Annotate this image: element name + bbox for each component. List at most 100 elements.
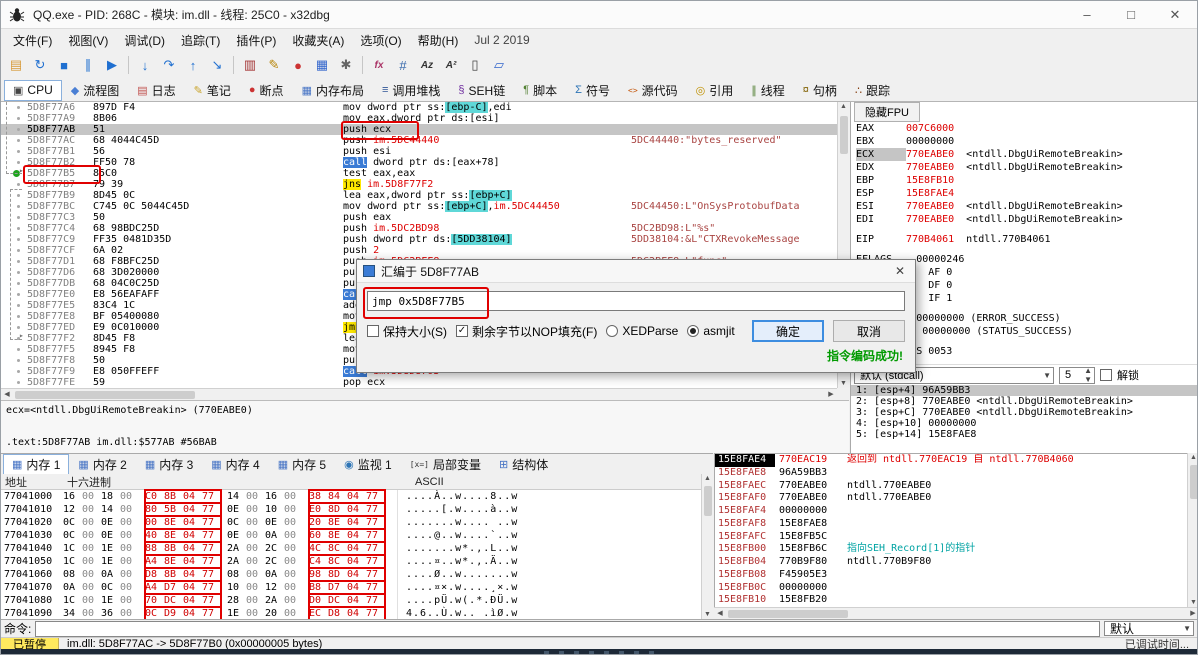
stack-row[interactable]: 15E8FAF8 15E8FAE8 xyxy=(715,518,1187,531)
stack-row[interactable]: 15E8FB10 15E8FB20 xyxy=(715,594,1187,607)
disasm-row[interactable]: 5D8F77A9 8B06 mov eax,dword ptr ds:[esi] xyxy=(1,113,837,124)
menu-trace[interactable]: 追踪(T) xyxy=(173,30,228,51)
stack-row[interactable]: 15E8FAEC 770EABE0 ntdll.770EABE0 xyxy=(715,480,1187,493)
stack-row[interactable]: 15E8FAFC 15E8FB5C xyxy=(715,531,1187,544)
register-ecx[interactable]: ECX 770EABE0 <ntdll.DbgUiRemoteBreakin> xyxy=(851,148,1197,161)
argument-row[interactable]: 1: [esp+4] 96A59BB3 xyxy=(851,385,1197,396)
argument-row[interactable]: 3: [esp+C] 770EABE0 <ntdll.DbgUiRemoteBr… xyxy=(851,407,1197,418)
xedparse-radio[interactable] xyxy=(606,325,619,337)
stack-vscrollbar[interactable]: ▲ ▼ xyxy=(1187,453,1197,607)
disasm-row[interactable]: 5D8F77CF 6A 02 push 2 xyxy=(1,245,837,256)
disasm-row[interactable]: 5D8F77AC 68 4044C45D push im.5DC44440 5DC44… xyxy=(1,135,837,146)
tab-memory-map[interactable]: ▦ 内存布局 xyxy=(293,80,373,101)
tab-breakpoints[interactable]: ● 断点 xyxy=(240,80,293,101)
disasm-row[interactable]: 5D8F77BC C745 0C 5044C45D mov dword ptr ss… xyxy=(1,201,837,212)
register-ebx[interactable]: EBX 00000000 xyxy=(851,135,1197,148)
tab-dump-3[interactable]: ▦ 内存 3 xyxy=(136,454,202,475)
tab-seh[interactable]: § SEH链 xyxy=(449,80,514,101)
register-ebp[interactable]: EBP 15E8FB10 xyxy=(851,174,1197,187)
menu-file[interactable]: 文件(F) xyxy=(5,30,60,51)
settings-gear-icon[interactable]: ✱ xyxy=(335,54,357,76)
argument-row[interactable]: 4: [esp+10] 00000000 xyxy=(851,418,1197,429)
tab-cpu[interactable]: ▣ CPU xyxy=(4,79,62,101)
notes-icon[interactable]: ✎ xyxy=(263,54,285,76)
maximize-button[interactable]: □ xyxy=(1109,1,1153,28)
fx-icon[interactable]: fx xyxy=(368,54,390,76)
tab-struct[interactable]: ⊞ 结构体 xyxy=(490,454,557,475)
stack-row[interactable]: 15E8FAE8 96A59BB3 xyxy=(715,467,1187,480)
tab-threads[interactable]: ∥ 线程 xyxy=(742,80,794,101)
tab-dump-1[interactable]: ▦ 内存 1 xyxy=(3,453,70,475)
breakpoints-icon[interactable]: ● xyxy=(287,54,309,76)
command-input[interactable] xyxy=(35,620,1100,637)
disasm-row[interactable]: 5D8F77B9 8D45 0C lea eax,dword ptr ss:[ebp… xyxy=(1,190,837,201)
asmjit-radio[interactable] xyxy=(687,325,700,337)
memory-map-icon[interactable]: ▦ xyxy=(311,54,333,76)
log-icon[interactable]: ▥ xyxy=(239,54,261,76)
asmjit-option[interactable]: asmjit xyxy=(687,324,735,338)
dialog-title-bar[interactable]: 汇编于 5D8F77AB ✕ xyxy=(357,260,915,283)
nop-fill-option[interactable]: ✓ 剩余字节以NOP填充(F) xyxy=(456,323,597,340)
keep-size-checkbox[interactable] xyxy=(367,325,379,337)
minimize-button[interactable]: – xyxy=(1065,1,1109,28)
register-edi[interactable]: EDI 770EABE0 <ntdll.DbgUiRemoteBreakin> xyxy=(851,213,1197,226)
nop-fill-checkbox[interactable]: ✓ xyxy=(456,325,468,337)
stack-hscrollbar[interactable]: ◀ ▶ xyxy=(714,607,1197,619)
tab-log[interactable]: ▤ 日志 xyxy=(128,80,184,101)
menu-plugins[interactable]: 插件(P) xyxy=(228,30,284,51)
open-file-icon[interactable]: ▤ xyxy=(5,54,27,76)
disasm-row[interactable]: 5D8F77A6 897D F4 mov dword ptr ss:[ebp-C],… xyxy=(1,102,837,113)
tab-dump-5[interactable]: ▦ 内存 5 xyxy=(269,454,335,475)
disasm-row[interactable]: 5D8F77B1 56 push esi xyxy=(1,146,837,157)
tab-notes[interactable]: ✎ 笔记 xyxy=(185,80,240,101)
attach-icon[interactable]: ▯ xyxy=(464,54,486,76)
strings-az-icon[interactable]: Az xyxy=(416,54,438,76)
unlock-checkbox[interactable] xyxy=(1100,369,1112,381)
pause-icon[interactable]: ∥ xyxy=(77,54,99,76)
tab-call-stack[interactable]: ≡ 调用堆栈 xyxy=(373,80,449,101)
stack-row[interactable]: 15E8FAF4 00000000 xyxy=(715,505,1187,518)
disasm-row[interactable]: 5D8F77B5 85C0 test eax,eax xyxy=(1,168,837,179)
stack-row[interactable]: 15E8FB08 F45905E3 xyxy=(715,569,1187,582)
dump-row[interactable]: 77041080 1C 00 1E 00 70 DC 04 77 28 00 2A 00 D0 DC 04 77… xyxy=(1,593,701,608)
register-eax[interactable]: EAX 007C6000 xyxy=(851,122,1197,135)
stack-row[interactable]: 15E8FAE4 770EAC19 返回到 ntdll.770EAC19 自 ntd… xyxy=(715,454,1187,467)
disasm-row[interactable]: 5D8F77AB 51 push ecx xyxy=(1,124,837,135)
tab-script[interactable]: ¶ 脚本 xyxy=(514,80,566,101)
stack-row[interactable]: 15E8FB04 770B9F80 ntdll.770B9F80 xyxy=(715,556,1187,569)
tab-dump-2[interactable]: ▦ 内存 2 xyxy=(69,454,135,475)
tab-locals[interactable]: [x=] 局部变量 xyxy=(401,454,490,475)
step-out-icon[interactable]: ↑ xyxy=(182,54,204,76)
xedparse-option[interactable]: XEDParse xyxy=(606,324,678,338)
restart-icon[interactable]: ↻ xyxy=(29,54,51,76)
tab-watch-1[interactable]: ◉ 监视 1 xyxy=(335,454,401,475)
dump-row[interactable]: 77041090 34 00 36 00 0C D9 04 77 1E 00 20 00 EC D8 04 77… xyxy=(1,606,701,619)
tab-dump-4[interactable]: ▦ 内存 4 xyxy=(202,454,268,475)
dump-row[interactable]: 77041020 0C 00 0E 00 00 8E 04 77 0C 00 0E 00 20 8E 04 77… xyxy=(1,515,701,530)
register-esp[interactable]: ESP 15E8FAE4 xyxy=(851,187,1197,200)
cancel-button[interactable]: 取消 xyxy=(833,320,905,342)
disasm-row[interactable]: 5D8F77B7 79 39 jns im.5D8F77F2 xyxy=(1,179,837,190)
disasm-row[interactable]: 5D8F77C4 68 98BDC25D push im.5DC2BD98 5DC2B… xyxy=(1,223,837,234)
dump-row[interactable]: 77041060 08 00 0A 00 D8 8B 04 77 08 00 0A 00 98 8D 04 77… xyxy=(1,567,701,582)
dump-row[interactable]: 77041050 1C 00 1E 00 A4 8E 04 77 2A 00 2C 00 C4 8C 04 77… xyxy=(1,554,701,569)
dump-row[interactable]: 77041030 0C 00 0E 00 40 8E 04 77 0E 00 0A 00 60 8E 04 77… xyxy=(1,528,701,543)
register-esi[interactable]: ESI 770EABE0 <ntdll.DbgUiRemoteBreakin> xyxy=(851,200,1197,213)
hash-icon[interactable]: # xyxy=(392,54,414,76)
stack-row[interactable]: 15E8FB0C 00000000 xyxy=(715,582,1187,595)
close-button[interactable]: ✕ xyxy=(1153,1,1197,28)
command-profile-select[interactable]: 默认 ▼ xyxy=(1104,621,1194,636)
dump-row[interactable]: 77041040 1C 00 1E 00 88 8B 04 77 2A 00 2C 00 4C 8C 04 77… xyxy=(1,541,701,556)
step-over-icon[interactable]: ↷ xyxy=(158,54,180,76)
menu-view[interactable]: 视图(V) xyxy=(60,30,116,51)
disasm-row[interactable]: 5D8F77C3 50 push eax xyxy=(1,212,837,223)
tab-trace[interactable]: ∴ 跟踪 xyxy=(846,80,899,101)
disasm-row[interactable]: 5D8F77C9 FF35 0481D35D push dword ptr ds:[… xyxy=(1,234,837,245)
disasm-row[interactable]: 5D8F77FE 59 pop ecx xyxy=(1,377,837,388)
tab-handles[interactable]: ¤ 句柄 xyxy=(794,80,846,101)
a2-icon[interactable]: A² xyxy=(440,54,462,76)
menu-options[interactable]: 选项(O) xyxy=(352,30,409,51)
graph-icon[interactable]: ▱ xyxy=(488,54,510,76)
stack-panel[interactable]: 15E8FAE4 770EAC19 返回到 ntdll.770EAC19 自 ntd… xyxy=(714,453,1187,607)
argument-depth-stepper[interactable]: 5 ▲ ▼ xyxy=(1059,366,1095,384)
